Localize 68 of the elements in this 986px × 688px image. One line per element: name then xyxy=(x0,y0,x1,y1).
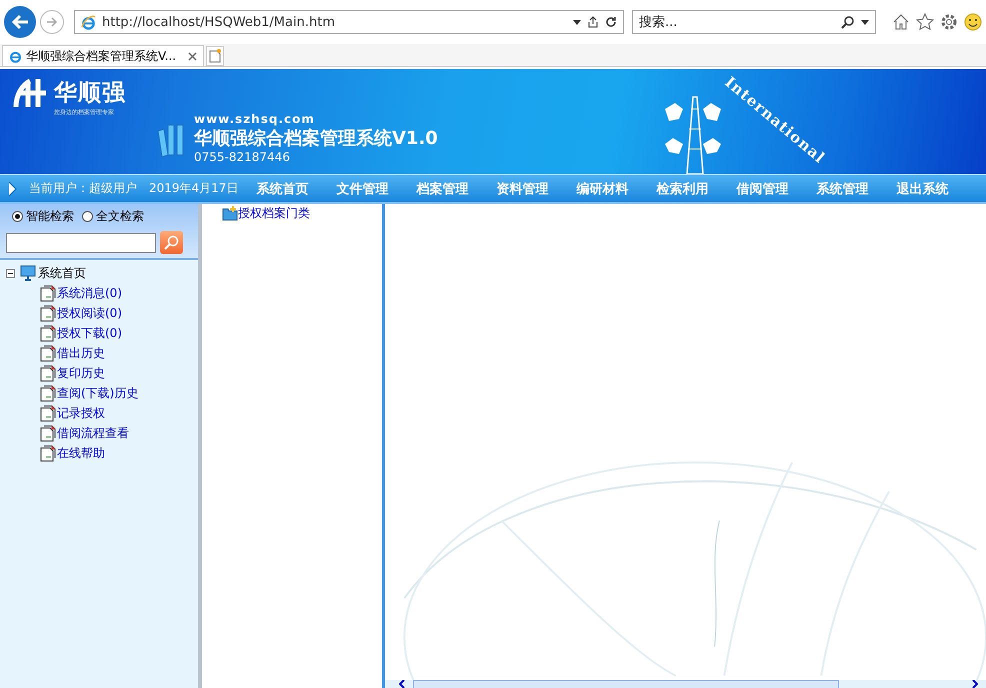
tree-item[interactable]: 查阅(下载)历史 xyxy=(57,384,138,402)
address-text: http://localhost/HSQWeb1/Main.htm xyxy=(102,14,336,30)
folder-icon xyxy=(222,205,238,221)
refresh-icon[interactable] xyxy=(605,16,617,28)
minus-icon xyxy=(8,271,13,276)
current-date: 2019年4月17日 xyxy=(149,180,238,197)
forward-arrow-icon xyxy=(46,17,58,27)
tree-root-item[interactable]: 系统首页 xyxy=(38,265,86,282)
settings-icon[interactable] xyxy=(940,13,958,31)
search-placeholder: 搜索... xyxy=(639,14,678,31)
tree-item[interactable]: 授权下载(0) xyxy=(57,324,122,342)
new-page-icon xyxy=(209,49,222,63)
search-input[interactable] xyxy=(6,232,156,252)
home-icon[interactable] xyxy=(892,13,910,31)
tab-title: 华顺强综合档案管理系统V... xyxy=(26,48,176,64)
system-title: 华顺强综合档案管理系统V1.0 xyxy=(194,127,438,150)
document-icon xyxy=(40,284,57,302)
tree-item[interactable]: 在线帮助 xyxy=(57,444,105,462)
browser-logo-icon xyxy=(9,50,22,62)
website-url: www.szhsq.com xyxy=(194,112,316,126)
current-user: 当前用户：超级用户 xyxy=(29,180,137,197)
radio-label: 智能检索 xyxy=(26,208,74,225)
document-icon xyxy=(40,344,57,362)
browser-tab[interactable]: 华顺强综合档案管理系统V... xyxy=(2,45,204,66)
computer-icon xyxy=(20,265,36,282)
share-icon[interactable] xyxy=(587,16,599,28)
tree-item[interactable]: 复印历史 xyxy=(57,364,105,382)
radio-icon[interactable] xyxy=(12,211,23,222)
smiley-icon[interactable] xyxy=(964,13,982,31)
document-icon xyxy=(40,444,57,462)
radio-label: 全文检索 xyxy=(96,208,144,225)
star-icon[interactable] xyxy=(916,13,934,31)
new-tab-button[interactable] xyxy=(206,46,224,66)
radio-icon[interactable] xyxy=(82,211,93,222)
document-icon xyxy=(40,364,57,382)
document-icon xyxy=(40,404,57,422)
browser-logo-icon xyxy=(81,14,96,30)
tree-item[interactable]: 借出历史 xyxy=(57,344,105,362)
document-icon xyxy=(40,324,57,342)
collapse-toggle[interactable] xyxy=(6,269,15,278)
scroll-left-icon[interactable] xyxy=(399,680,405,688)
document-icon xyxy=(40,424,57,442)
dropdown-caret-icon[interactable] xyxy=(573,20,581,24)
category-item[interactable]: 授权档案门类 xyxy=(238,204,310,222)
search-button[interactable] xyxy=(160,231,183,254)
scroll-right-icon[interactable] xyxy=(972,680,978,688)
document-icon xyxy=(40,384,57,402)
search-mode-radio[interactable]: 全文检索 xyxy=(82,208,144,225)
search-mode-radio[interactable]: 智能检索 xyxy=(12,208,74,225)
scrollbar-thumb[interactable] xyxy=(413,680,839,688)
logo-text: 华顺强 xyxy=(54,79,126,108)
search-field[interactable]: 搜索... xyxy=(632,10,876,34)
logo-mark-icon xyxy=(12,77,48,109)
tree-item[interactable]: 系统消息(0) xyxy=(57,284,122,302)
close-icon[interactable] xyxy=(188,52,198,60)
search-icon[interactable] xyxy=(841,15,855,29)
tree-item[interactable]: 借阅流程查看 xyxy=(57,424,129,442)
horizontal-scrollbar[interactable] xyxy=(385,680,986,688)
tree-item[interactable]: 授权阅读(0) xyxy=(57,304,122,322)
dropdown-caret-icon[interactable] xyxy=(861,20,869,24)
search-icon xyxy=(164,235,179,250)
play-marker-icon xyxy=(8,180,17,196)
address-field[interactable]: http://localhost/HSQWeb1/Main.htm xyxy=(74,10,624,34)
back-arrow-icon xyxy=(11,14,29,30)
tree-item[interactable]: 记录授权 xyxy=(57,404,105,422)
phone-number: 0755-82187446 xyxy=(194,150,291,164)
back-button[interactable] xyxy=(4,6,36,38)
document-icon xyxy=(40,304,57,322)
